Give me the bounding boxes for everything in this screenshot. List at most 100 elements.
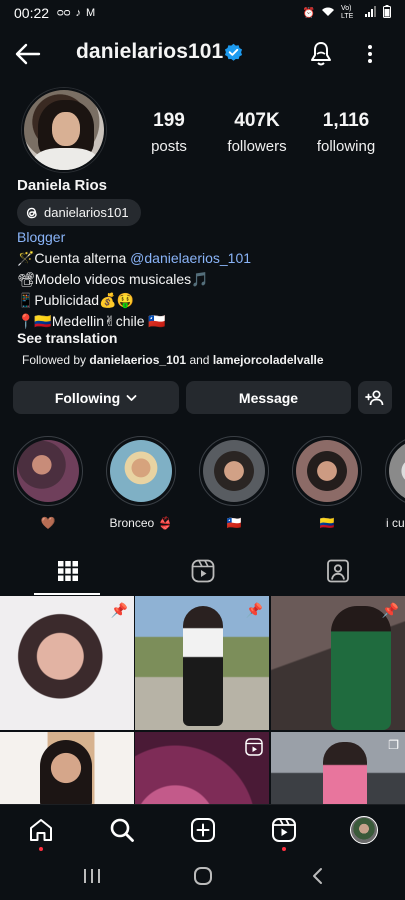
nav-reels[interactable] [269,815,299,845]
nav-home[interactable] [26,815,56,845]
system-back-button[interactable] [308,866,328,891]
more-options-button[interactable] [362,42,378,66]
tagged-icon [326,559,349,583]
bio-line-2: 📽Modelo videos musicales🎵 [17,271,209,287]
recent-apps-icon [84,869,100,883]
posts-label: posts [151,138,187,155]
reel-indicator-icon [245,738,263,756]
following-stat[interactable]: 1,116 following [314,110,378,155]
post-thumbnail[interactable]: 📌 [271,596,405,730]
threads-logo-icon [26,207,37,218]
nav-create[interactable] [188,815,218,845]
chevron-left-icon [313,868,322,884]
see-translation-link[interactable]: See translation [17,330,117,346]
post-figure [40,740,92,804]
highlight-ring [106,436,176,506]
following-button[interactable]: Following [13,381,179,414]
followed-by-user-2: lamejorcoladelvalle [212,353,324,367]
highlight-item[interactable]: Bronceo 👙 [106,436,176,530]
home-circle-icon [194,867,212,885]
following-button-label: Following [54,389,121,406]
back-arrow-icon [15,43,41,65]
home-notification-dot [39,847,43,851]
followers-stat[interactable]: 407K followers [224,110,290,155]
highlight-label: Mi cu [385,516,405,530]
back-button[interactable] [14,40,44,68]
following-label: following [316,138,376,155]
post-thumbnail[interactable]: ❐ [271,732,405,804]
highlight-ring [199,436,269,506]
more-vertical-icon [368,45,372,63]
home-button[interactable] [193,866,213,891]
tab-tagged[interactable] [270,548,405,594]
chevron-down-icon [126,394,137,401]
bottom-navigation [0,804,405,854]
wifi-icon [321,6,335,20]
threads-bell-icon [311,42,331,66]
tab-posts[interactable] [0,548,135,594]
bio-line-3: 📱Publicidad💰🤑 [17,292,134,308]
home-icon [30,819,52,841]
signal-icon [365,6,377,20]
avatar-face [52,112,80,146]
threads-profile-link[interactable]: danielarios101 [17,199,141,226]
post-thumbnail[interactable] [0,732,134,804]
search-icon [110,818,134,842]
threads-handle: danielarios101 [44,205,129,220]
followed-by-user-1: danielaerios_101 [89,353,187,367]
story-highlights: 🤎 Bronceo 👙 🇨🇱 🇨🇴 Mi cu [0,436,405,532]
suggested-users-button[interactable] [358,381,392,414]
nav-search[interactable] [107,815,137,845]
profile-avatar-small [350,816,378,844]
tab-reels[interactable] [135,548,270,594]
add-user-icon [365,389,384,405]
highlight-ring [292,436,362,506]
system-icons: ⏰ Vo) LTE [303,5,391,21]
followed-by-text[interactable]: Followed by danielaerios_101 and lamejor… [22,353,324,367]
highlight-ring [13,436,83,506]
highlight-thumbnail [17,440,79,502]
highlight-thumbnail [296,440,358,502]
grid-icon [57,561,78,581]
followed-by-prefix: Followed by [22,353,90,367]
bio-mention-link[interactable]: @danielaerios_101 [130,250,251,266]
bio-line-4: 📍🇨🇴Medellin✌chile 🇨🇱 [17,313,166,329]
battery-icon [383,5,391,21]
highlight-label: 🇨🇴 [319,516,335,530]
highlight-item[interactable]: Mi cu [385,436,405,530]
tiktok-icon: ♪ [75,7,81,19]
highlight-item[interactable]: 🇨🇱 [199,436,269,530]
recent-apps-button[interactable] [82,866,102,891]
message-button[interactable]: Message [186,381,351,414]
system-navigation-bar [0,854,405,900]
reels-icon [272,818,296,842]
profile-category: Blogger [17,229,66,245]
reels-icon [191,559,214,583]
active-tab-indicator [34,593,100,595]
post-thumbnail[interactable]: 📌 [0,596,134,730]
profile-avatar[interactable] [22,88,106,172]
avatar-shirt [34,148,98,170]
alarm-icon: ⏰ [302,7,315,19]
highlight-thumbnail [389,440,405,502]
clock: 00:22 [14,5,50,21]
post-figure [331,606,391,730]
post-thumbnail[interactable] [135,732,269,804]
nav-profile[interactable] [349,815,379,845]
voicemail-icon: ᴑᴑ [57,7,71,19]
top-navigation: danielarios101 [0,30,405,78]
bio-line-1: 🪄Cuenta alterna @danielaerios_101 [17,248,251,269]
post-figure [183,606,223,726]
profile-tabs [0,548,405,595]
posts-stat[interactable]: 199 posts [149,110,189,155]
threads-button[interactable] [307,40,335,68]
display-name: Daniela Rios [17,177,108,194]
post-thumbnail[interactable]: 📌 [135,596,269,730]
reels-notification-dot [282,847,286,851]
pin-icon: 📌 [381,602,399,618]
followed-by-joiner: and [186,353,213,367]
profile-bio: 🪄Cuenta alterna @danielaerios_101 📽Model… [17,248,251,332]
pin-icon: 📌 [245,602,263,618]
highlight-item[interactable]: 🤎 [13,436,83,530]
highlight-item[interactable]: 🇨🇴 [292,436,362,530]
